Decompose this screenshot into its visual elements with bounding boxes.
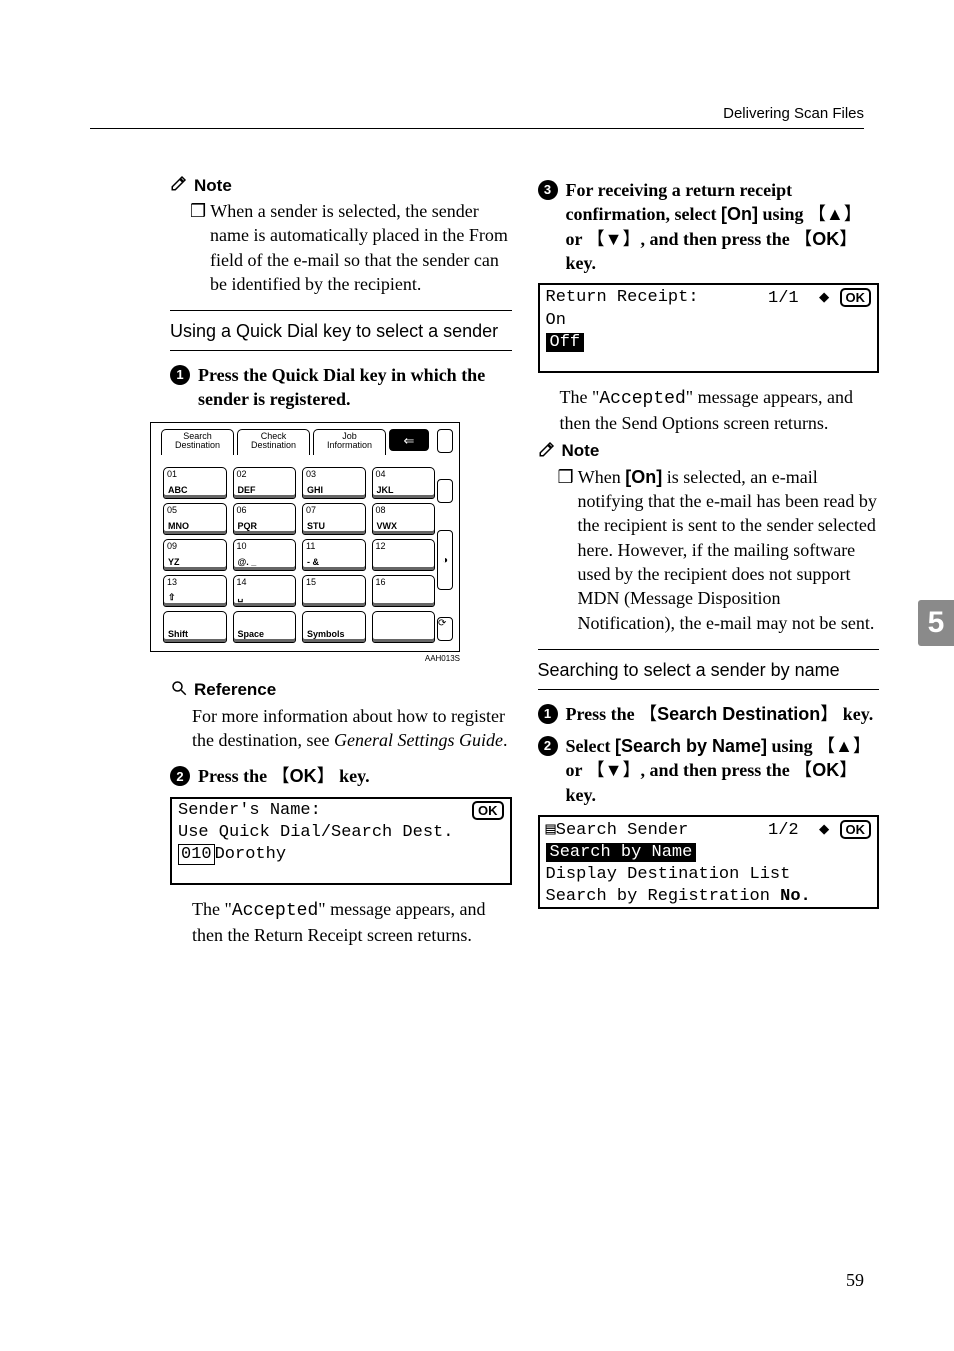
reference-heading: Reference xyxy=(170,679,512,702)
r-step-badge-1: 1 xyxy=(538,704,558,724)
page-header: Delivering Scan Files xyxy=(723,105,864,122)
r-step-1: 1 Press the Search Destination key. xyxy=(538,702,880,726)
lcd3-search-by-name: Search by Name xyxy=(546,843,697,862)
up-key-2: ▲ xyxy=(817,734,871,758)
lcd-return-receipt: Return Receipt: 1/1 ◆ OK On Off xyxy=(538,283,880,373)
note-body-2: ❒ When [On] is selected, an e-mail notif… xyxy=(558,465,880,635)
step-badge-2: 2 xyxy=(170,766,190,786)
lcd-search-sender: ▤Search Sender 1/2 ◆ OK Search by Name D… xyxy=(538,815,880,909)
note-heading: Note xyxy=(170,174,512,197)
page-number: 59 xyxy=(846,1270,864,1291)
pad-side-top xyxy=(437,429,453,453)
step-3: 3 For receiving a return receipt confirm… xyxy=(538,178,880,275)
ok-key-3: OK xyxy=(794,758,857,782)
after-lcd-1: The "Accepted" message appears, and then… xyxy=(192,897,512,948)
right-column: 3 For receiving a return receipt confirm… xyxy=(538,170,880,951)
pad-side-mid xyxy=(437,479,453,503)
r-step-2: 2 Select [Search by Name] using ▲ or ▼, … xyxy=(538,734,880,807)
figure-code: AAH013S xyxy=(150,654,460,663)
header-rule xyxy=(90,128,864,129)
ok-badge-2: OK xyxy=(840,288,872,307)
ok-key: OK xyxy=(272,764,335,788)
after-lcd-2: The "Accepted" message appears, and then… xyxy=(560,385,880,436)
note-body-1: ❒ When a sender is selected, the sender … xyxy=(190,199,512,296)
magnify-icon xyxy=(170,679,188,702)
pad-side-roller: ◑ xyxy=(437,530,453,590)
lcd1-line1: Sender's Name: xyxy=(178,801,321,820)
subhead-search-name: Searching to select a sender by name xyxy=(538,649,880,690)
lcd3-title: Search Sender xyxy=(556,821,689,840)
ok-badge-3: OK xyxy=(840,820,872,839)
pencil-icon-2 xyxy=(538,440,556,463)
pad-tab-job: JobInformation xyxy=(313,429,386,455)
pencil-icon xyxy=(170,174,188,197)
lcd2-on: On xyxy=(546,311,566,330)
lcd2-off-selected: Off xyxy=(546,333,585,352)
list-icon: ▤ xyxy=(546,821,556,840)
lcd3-display-list: Display Destination List xyxy=(546,865,791,884)
search-destination-key: Search Destination xyxy=(639,702,838,726)
lcd1-line2: Use Quick Dial/Search Dest. xyxy=(178,823,453,842)
updown-icon: ◆ xyxy=(819,289,829,308)
step-2: 2 Press the OK key. xyxy=(170,764,512,788)
step-badge-3: 3 xyxy=(538,180,558,200)
pad-back-icon: ⇐ xyxy=(389,429,429,451)
left-column: Note ❒ When a sender is selected, the se… xyxy=(170,170,512,951)
ok-badge: OK xyxy=(472,801,504,820)
reference-body: For more information about how to regist… xyxy=(192,704,512,753)
subhead-quick-dial: Using a Quick Dial key to select a sende… xyxy=(170,310,512,351)
step-badge-1: 1 xyxy=(170,365,190,385)
up-key: ▲ xyxy=(808,202,862,226)
r-step-badge-2: 2 xyxy=(538,736,558,756)
pad-tab-search: SearchDestination xyxy=(161,429,234,455)
step-1: 1 Press the Quick Dial key in which the … xyxy=(170,363,512,412)
pad-tab-check: CheckDestination xyxy=(237,429,310,455)
down-key: ▼ xyxy=(587,227,641,251)
dest-number: 010 xyxy=(178,844,215,865)
ok-key-2: OK xyxy=(794,227,857,251)
dest-name: Dorothy xyxy=(215,845,286,864)
down-key-2: ▼ xyxy=(587,758,641,782)
lcd2-title: Return Receipt: xyxy=(546,288,699,307)
quick-dial-keypad: SearchDestination CheckDestination JobIn… xyxy=(150,422,460,652)
lcd-senders-name: Sender's Name: OK Use Quick Dial/Search … xyxy=(170,797,512,885)
pad-side-bottom: ⟳ xyxy=(437,617,453,641)
note-heading-2: Note xyxy=(538,440,880,463)
updown-icon-2: ◆ xyxy=(819,821,829,840)
lcd3-search-regno: Search by Registration xyxy=(546,887,781,906)
chapter-tab: 5 xyxy=(918,600,954,646)
